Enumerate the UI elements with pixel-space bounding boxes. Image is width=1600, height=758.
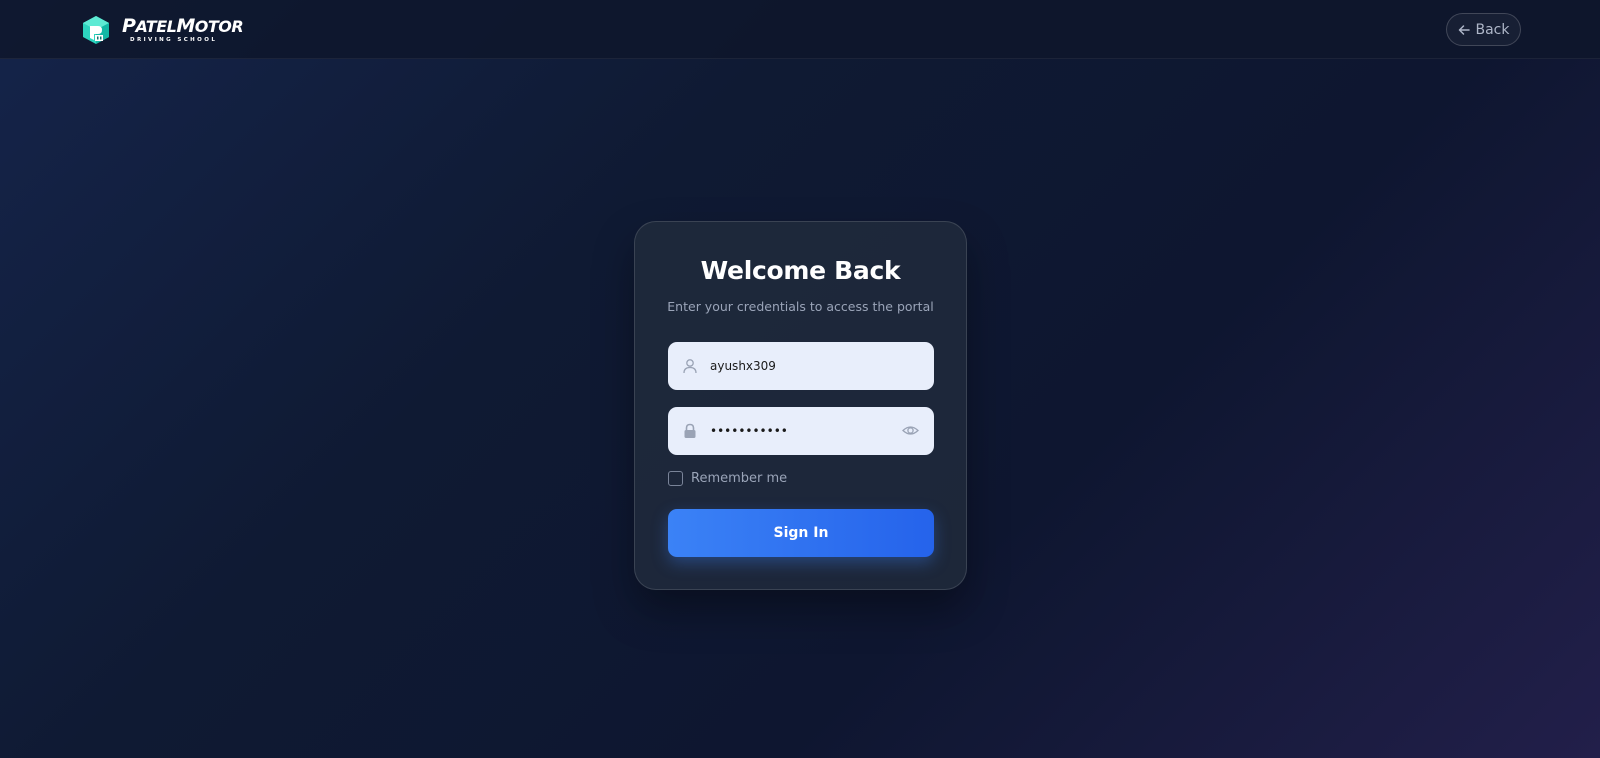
back-button-label: Back [1475, 21, 1510, 38]
brand-wordmark: PATELMOTOR DRIVING SCHOOL [122, 14, 244, 44]
brand-tagline: DRIVING SCHOOL [130, 36, 218, 43]
sign-in-button-label: Sign In [773, 525, 829, 541]
user-icon [683, 359, 697, 374]
brand-word-atel: ATEL [135, 16, 177, 36]
eye-icon[interactable] [902, 422, 919, 439]
back-button[interactable]: Back [1446, 13, 1521, 46]
remember-me-checkbox[interactable] [668, 471, 683, 486]
login-card: Welcome Back Enter your credentials to a… [634, 221, 967, 590]
login-subtitle: Enter your credentials to access the por… [667, 299, 934, 314]
brand-word-otor: OTOR [194, 16, 244, 36]
top-header: PATELMOTOR DRIVING SCHOOL Back [0, 0, 1600, 59]
username-input[interactable] [710, 342, 900, 390]
brand-letter-m: M [176, 14, 195, 37]
brand-letter-p: P [122, 14, 136, 37]
sign-in-button[interactable]: Sign In [668, 509, 934, 557]
lock-icon [684, 423, 696, 438]
arrow-left-icon [1458, 24, 1470, 35]
brand-logo[interactable]: PATELMOTOR DRIVING SCHOOL [83, 14, 244, 44]
username-field[interactable] [668, 342, 934, 390]
remember-me-label: Remember me [691, 471, 788, 486]
login-title: Welcome Back [700, 256, 901, 285]
password-field[interactable] [668, 407, 934, 455]
password-input[interactable] [710, 407, 900, 455]
remember-me-option[interactable]: Remember me [668, 471, 787, 486]
brand-logo-icon [83, 16, 109, 44]
